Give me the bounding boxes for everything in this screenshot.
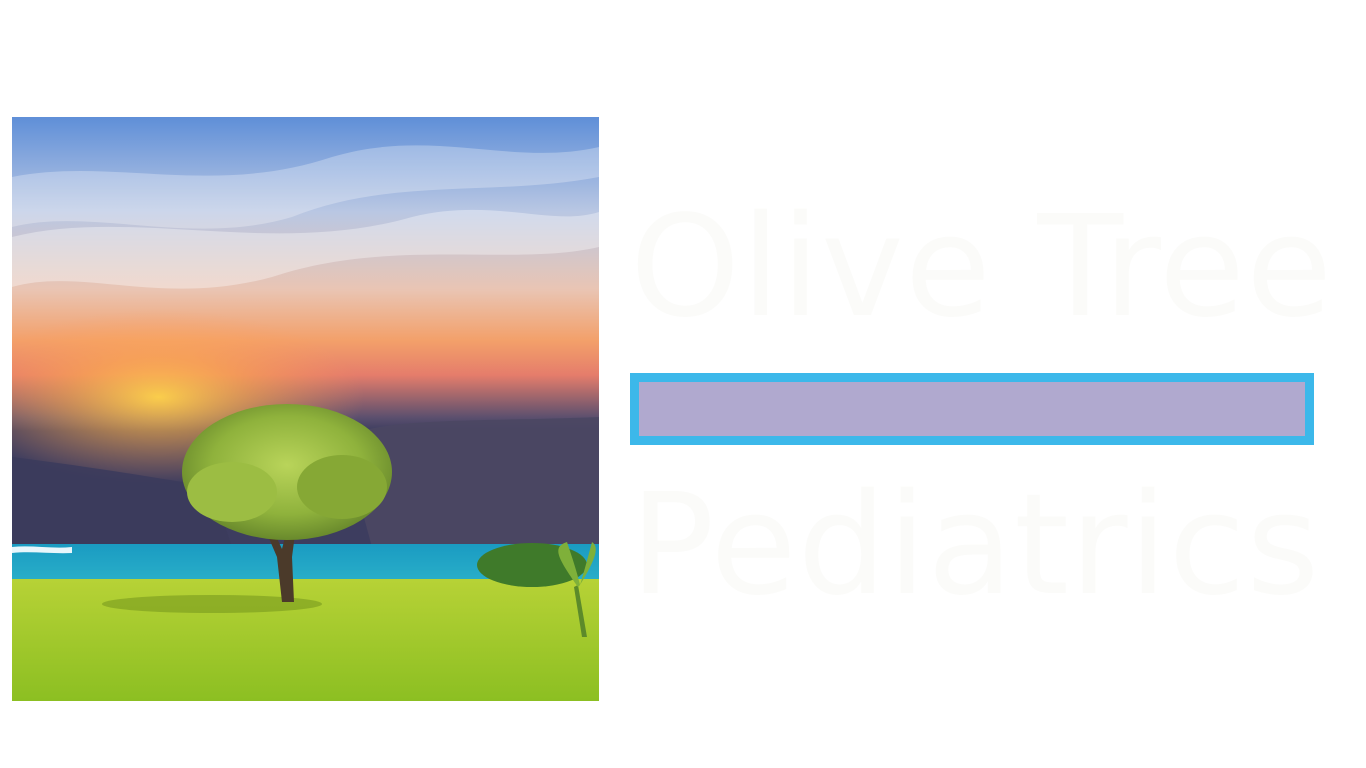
hero-image [12, 117, 599, 701]
logo-divider-bar [630, 373, 1314, 445]
logo-line-2: Pediatrics [630, 464, 1321, 627]
sunset-tree-image [12, 117, 599, 701]
page: Olive Tree Pediatrics [0, 0, 1366, 768]
logo-line-1: Olive Tree [630, 186, 1334, 349]
